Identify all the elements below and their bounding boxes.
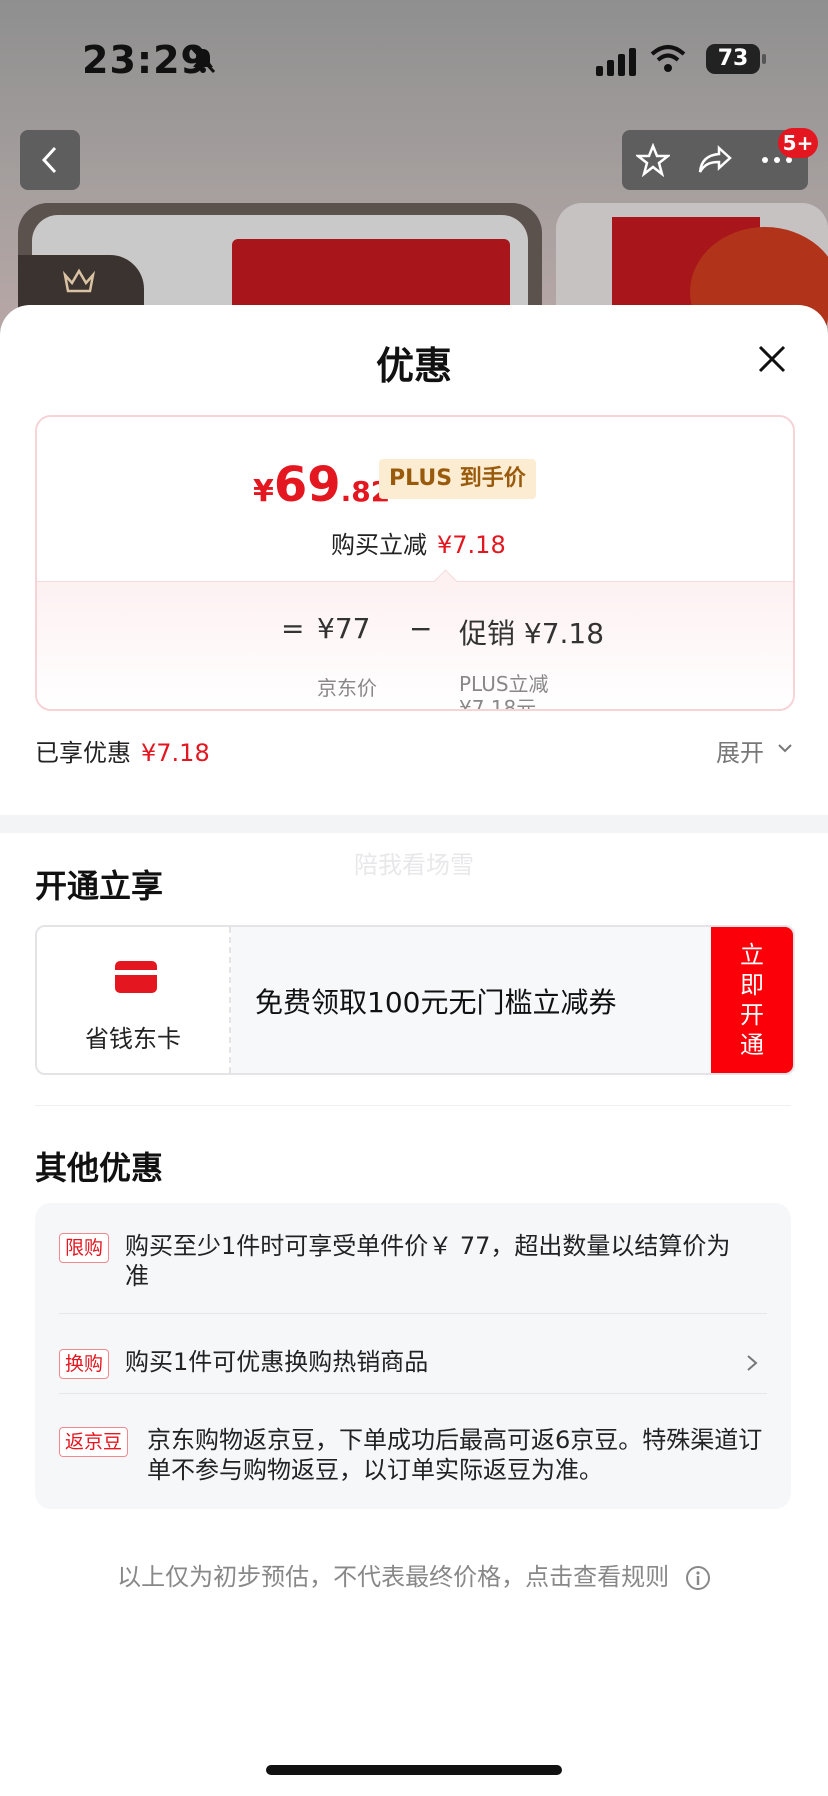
jd-price-label: 京东价: [317, 676, 377, 700]
card-name: 省钱东卡: [85, 1025, 181, 1053]
share-icon[interactable]: [697, 145, 733, 175]
crown-icon: [62, 268, 96, 293]
price-summary: ¥69.82 PLUS 到手价 购买立减 ¥7.18: [37, 417, 793, 581]
offer-tag: 限购: [59, 1233, 110, 1263]
close-icon[interactable]: [752, 339, 792, 379]
enjoyed-label: 已享优惠: [35, 739, 131, 767]
chevron-left-icon: [41, 146, 57, 174]
battery-tip: [762, 54, 766, 64]
bell-muted-icon: [190, 46, 216, 74]
offer-text: 购买至少1件时可享受单件价￥ 77，超出数量以结算价为准: [125, 1232, 731, 1290]
buy-reduce: 购买立减 ¥7.18: [331, 525, 506, 560]
rules-footnote[interactable]: 以上仅为初步预估，不代表最终价格，点击查看规则: [0, 1557, 828, 1592]
final-price-integer: 69: [273, 457, 341, 513]
battery-level: 73: [706, 44, 760, 74]
other-section-title: 其他优惠: [35, 1149, 164, 1187]
section-divider: [0, 815, 828, 833]
row-divider: [59, 1313, 767, 1314]
price-breakdown-box: ¥69.82 PLUS 到手价 购买立减 ¥7.18 = ¥77 − 促销 ¥7.…: [35, 415, 795, 711]
star-icon[interactable]: [635, 143, 670, 177]
info-icon[interactable]: [685, 1565, 711, 1591]
money-saving-card-offer[interactable]: 省钱东卡 免费领取100元无门槛立减券 立即开通: [35, 925, 795, 1075]
formula-promo: 促销 ¥7.18: [459, 617, 605, 650]
buy-reduce-value: ¥7.18: [437, 531, 506, 559]
plus-reduce-label-line2: ¥7.18元: [459, 696, 537, 711]
sheet-title: 优惠: [375, 344, 452, 388]
formula-jd-price: ¥77: [317, 612, 371, 645]
divider: [35, 1105, 791, 1106]
chevron-down-icon[interactable]: [776, 739, 794, 757]
card-description: 免费领取100元无门槛立减券: [255, 986, 617, 1019]
plus-reduce-label: PLUS立减 ¥7.18元: [459, 672, 549, 711]
price-formula: = ¥77 − 促销 ¥7.18 京东价 PLUS立减 ¥7.18元: [37, 581, 793, 711]
wifi-icon: [650, 45, 686, 72]
formula-minus: −: [409, 612, 433, 645]
expand-button[interactable]: 展开: [716, 733, 764, 768]
back-button[interactable]: [20, 130, 80, 190]
final-price: ¥69.82: [253, 457, 390, 513]
card-icon: [115, 961, 157, 993]
notification-badge: 5+: [778, 128, 818, 158]
formula-equals: =: [281, 612, 305, 645]
enjoyed-value: ¥7.18: [141, 739, 210, 767]
cellular-signal-icon: [596, 48, 636, 76]
open-now-label: 立即开通: [740, 941, 764, 1059]
buy-reduce-label: 购买立减: [331, 531, 427, 559]
row-divider: [59, 1393, 767, 1394]
status-bar: 23:29 73: [0, 0, 828, 110]
other-offers-list: 限购 购买至少1件时可享受单件价￥ 77，超出数量以结算价为准 换购 购买1件可…: [35, 1203, 791, 1509]
home-indicator: [266, 1765, 562, 1775]
offer-text: 京东购物返京豆，下单成功后最高可返6京豆。特殊渠道订单不参与购物返豆，以订单实际…: [147, 1426, 763, 1484]
chevron-right-icon: [747, 1355, 758, 1371]
open-section-title: 开通立享: [35, 867, 164, 905]
plus-price-tag: PLUS 到手价: [379, 459, 536, 499]
discount-sheet: 优惠 ¥69.82 PLUS 到手价 购买立减 ¥7.18 = ¥77 − 促销 …: [0, 305, 828, 1796]
offer-tag: 换购: [59, 1349, 110, 1379]
enjoyed-discount: 已享优惠 ¥7.18: [35, 733, 210, 768]
open-now-button[interactable]: 立即开通: [711, 927, 793, 1073]
footnote-text: 以上仅为初步预估，不代表最终价格，点击查看规则: [117, 1563, 670, 1591]
offer-tag: 返京豆: [59, 1427, 129, 1457]
offer-text: 购买1件可优惠换购热销商品: [125, 1348, 429, 1376]
final-price-currency: ¥: [253, 474, 274, 509]
plus-reduce-label-line1: PLUS立减: [459, 672, 549, 696]
card-badge: 省钱东卡: [37, 927, 231, 1073]
